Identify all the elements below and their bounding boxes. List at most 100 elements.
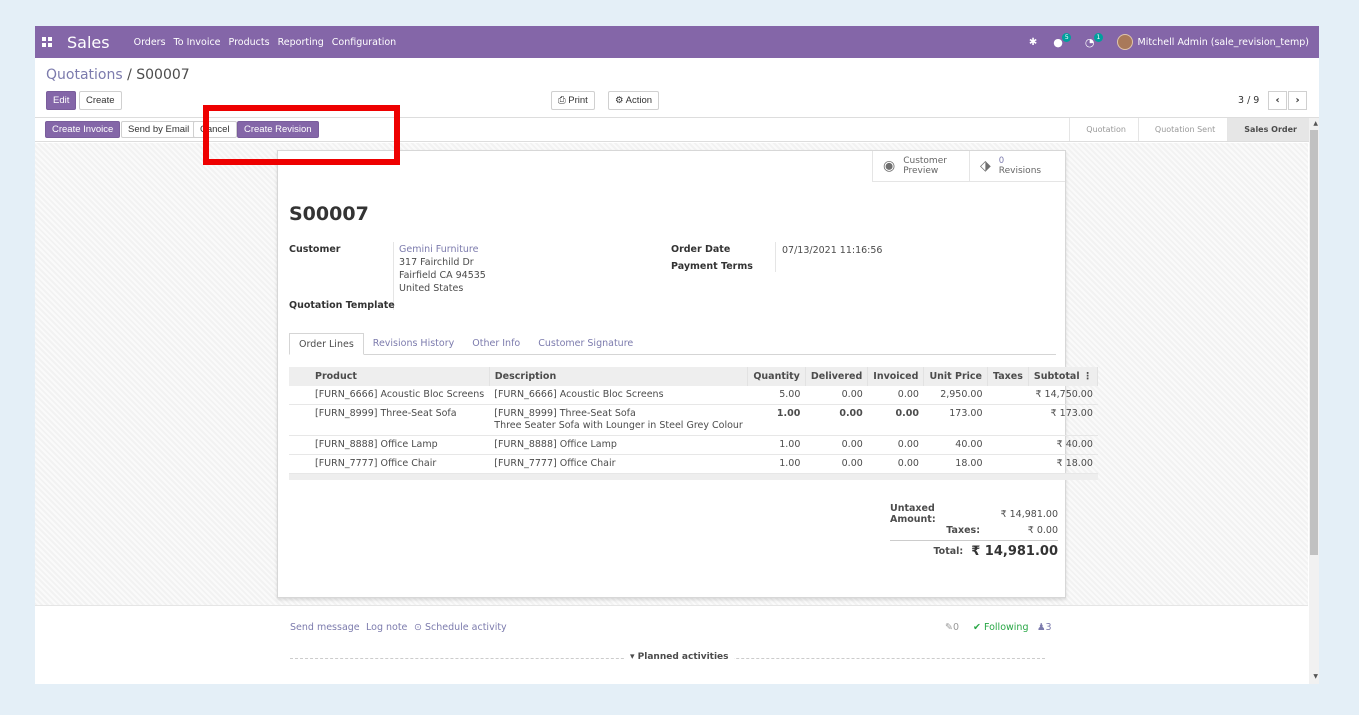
cell-invoiced: 0.00 — [867, 435, 924, 455]
caret-down-icon: ▾ — [630, 652, 638, 662]
scrollbar-thumb[interactable] — [1310, 130, 1318, 555]
payment-terms-label: Payment Terms — [671, 261, 753, 272]
col-subtotal[interactable]: Subtotal ⋮ — [1028, 367, 1099, 386]
cell-description: [FURN_8999] Three-Seat Sofa Three Seater… — [489, 404, 748, 436]
planned-activities-label: Planned activities — [637, 652, 729, 662]
tags-icon: ⬗ — [980, 158, 991, 174]
order-lines-table: Product Description Quantity Delivered I… — [289, 367, 1099, 480]
total-row: Total: ₹ 14,981.00 — [890, 540, 1058, 562]
untaxed-row: Untaxed Amount: ₹ 14,981.00 — [890, 503, 1058, 525]
activity-count-badge: 1 — [1093, 32, 1103, 42]
chatter: Send message Log note ⊙ Schedule activit… — [35, 605, 1308, 684]
following-button[interactable]: ✔ Following — [973, 622, 1028, 633]
log-note-button[interactable]: Log note — [366, 622, 407, 633]
print-button[interactable]: ⎙ Print — [551, 91, 595, 110]
apps-menu-icon[interactable] — [42, 37, 52, 47]
globe-icon: ◉ — [883, 158, 896, 174]
customer-link[interactable]: Gemini Furniture — [399, 243, 486, 256]
create-button[interactable]: Create — [79, 91, 122, 110]
edit-button[interactable]: Edit — [46, 91, 77, 110]
user-icon: ♟ — [1037, 622, 1046, 633]
col-quantity[interactable]: Quantity — [747, 367, 806, 386]
customer-preview-label: Customer Preview — [903, 156, 947, 176]
action-button[interactable]: ⚙ Action — [608, 91, 660, 110]
print-button-label: Print — [568, 95, 588, 106]
menu-configuration[interactable]: Configuration — [332, 37, 396, 48]
cell-taxes — [987, 404, 1029, 436]
table-row[interactable]: [FURN_7777] Office Chair [FURN_7777] Off… — [289, 454, 1098, 474]
navbar-systray: ✱ ● 5 ◔ 1 Mitchell Admin (sale_revision_te… — [1029, 26, 1319, 58]
send-message-button[interactable]: Send message — [290, 622, 360, 633]
tab-other-info[interactable]: Other Info — [463, 333, 529, 354]
scroll-down-arrow-icon[interactable]: ▼ — [1313, 673, 1318, 680]
cell-subtotal: ₹ 173.00 — [1028, 404, 1098, 436]
attachments-count: 0 — [952, 622, 960, 633]
create-invoice-button[interactable]: Create Invoice — [45, 121, 121, 138]
clock-icon: ⊙ — [414, 622, 425, 633]
pager-next-button[interactable]: › — [1288, 91, 1307, 110]
cell-subtotal: ₹ 18.00 — [1028, 454, 1098, 474]
customer-preview-button[interactable]: ◉ Customer Preview — [873, 151, 969, 181]
optional-columns-icon[interactable]: ⋮ — [1083, 371, 1093, 382]
activity-clock-icon[interactable]: ◔ 1 — [1085, 32, 1103, 49]
scroll-up-arrow-icon[interactable]: ▲ — [1313, 120, 1318, 127]
pager-previous-button[interactable]: ‹ — [1268, 91, 1287, 110]
user-menu[interactable]: Mitchell Admin (sale_revision_temp) — [1138, 37, 1310, 48]
cell-description: [FURN_7777] Office Chair — [489, 454, 748, 474]
table-footer-row — [289, 473, 1098, 480]
cell-description: [FURN_6666] Acoustic Bloc Screens — [489, 386, 748, 405]
order-date-label: Order Date — [671, 244, 731, 255]
tab-order-lines[interactable]: Order Lines — [289, 333, 364, 355]
cell-subtotal: ₹ 40.00 — [1028, 435, 1098, 455]
col-taxes[interactable]: Taxes — [987, 367, 1029, 386]
order-date-value[interactable]: 07/13/2021 11:16:56 — [782, 244, 882, 257]
table-row[interactable]: [FURN_8888] Office Lamp [FURN_8888] Offi… — [289, 435, 1098, 455]
menu-products[interactable]: Products — [229, 37, 270, 48]
menu-reporting[interactable]: Reporting — [278, 37, 324, 48]
stage-quotation[interactable]: Quotation — [1069, 118, 1138, 141]
app-name[interactable]: Sales — [67, 33, 110, 52]
cell-delivered: 0.00 — [805, 454, 868, 474]
user-avatar[interactable] — [1116, 34, 1133, 50]
followers-button[interactable]: ♟3 — [1037, 622, 1052, 633]
col-description[interactable]: Description — [489, 367, 749, 386]
cell-unit-price: 40.00 — [923, 435, 988, 455]
menu-orders[interactable]: Orders — [134, 37, 166, 48]
stage-quotation-sent[interactable]: Quotation Sent — [1137, 118, 1228, 141]
field-separator-right — [775, 242, 776, 272]
total-value: ₹ 14,981.00 — [971, 544, 1058, 559]
schedule-activity-button[interactable]: ⊙ Schedule activity — [414, 622, 507, 633]
revisions-label: Revisions — [998, 166, 1042, 176]
col-unit-price[interactable]: Unit Price — [923, 367, 988, 386]
red-highlight-box — [203, 105, 400, 165]
table-row[interactable]: [FURN_8999] Three-Seat Sofa [FURN_8999] … — [289, 404, 1098, 436]
pager-value[interactable]: 3 / 9 — [1238, 95, 1259, 106]
followers-count: 3 — [1045, 622, 1052, 633]
col-product[interactable]: Product — [289, 367, 490, 386]
quotation-template-label: Quotation Template — [289, 300, 395, 311]
debug-bug-icon[interactable]: ✱ — [1029, 37, 1037, 48]
revisions-button[interactable]: ⬗ 0 Revisions — [969, 151, 1065, 181]
cell-delivered: 0.00 — [805, 404, 868, 436]
check-icon: ✔ — [973, 622, 984, 633]
chat-icon[interactable]: ● 5 — [1053, 32, 1072, 49]
breadcrumb-separator: / — [127, 67, 132, 83]
cell-delivered: 0.00 — [805, 435, 868, 455]
col-invoiced[interactable]: Invoiced — [867, 367, 925, 386]
stage-sales-order[interactable]: Sales Order — [1227, 118, 1309, 141]
cell-invoiced: 0.00 — [867, 404, 924, 436]
preview-label-line2: Preview — [903, 166, 939, 176]
cell-invoiced: 0.00 — [867, 386, 924, 405]
gear-icon: ⚙ — [615, 95, 626, 106]
menu-to-invoice[interactable]: To Invoice — [174, 37, 221, 48]
planned-activities-toggle[interactable]: ▾ Planned activities — [625, 652, 734, 662]
tab-revisions-history[interactable]: Revisions History — [364, 333, 463, 354]
send-by-email-button[interactable]: Send by Email — [121, 121, 197, 138]
untaxed-label: Untaxed Amount: — [890, 503, 936, 525]
table-row[interactable]: [FURN_6666] Acoustic Bloc Screens [FURN_… — [289, 386, 1098, 405]
col-delivered[interactable]: Delivered — [805, 367, 869, 386]
breadcrumb-quotations[interactable]: Quotations — [46, 67, 123, 83]
attachments-button[interactable]: ✎0 — [945, 622, 959, 633]
cell-description-line1: [FURN_8999] Three-Seat Sofa — [494, 408, 636, 419]
tab-customer-signature[interactable]: Customer Signature — [529, 333, 642, 354]
